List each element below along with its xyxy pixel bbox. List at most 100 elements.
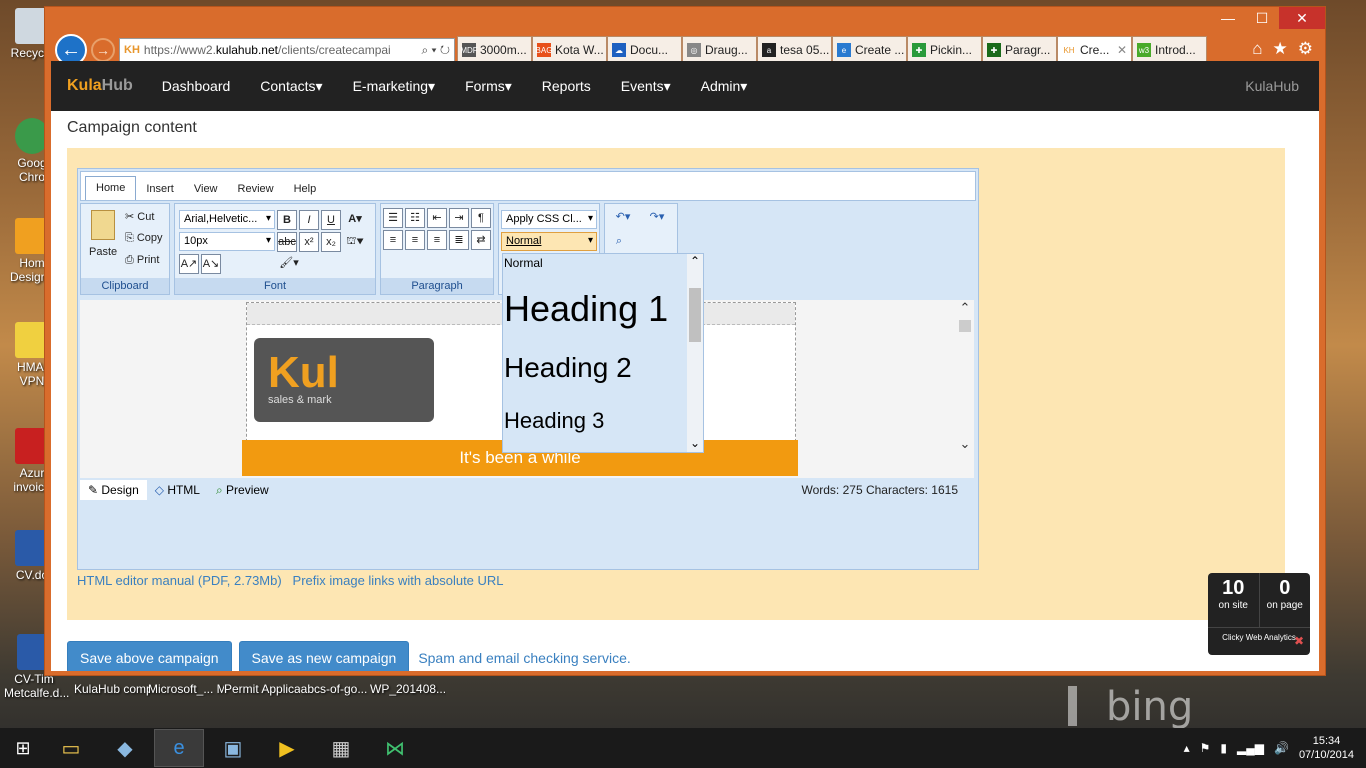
visual-studio-icon[interactable]: ⋈ xyxy=(370,729,420,767)
strikethrough-icon[interactable]: abc xyxy=(277,232,297,252)
tab-insert[interactable]: Insert xyxy=(136,178,184,200)
tab-view[interactable]: View xyxy=(184,178,228,200)
indent-icon[interactable]: ⇥ xyxy=(449,208,469,228)
remote-desktop-icon[interactable]: ▣ xyxy=(208,729,258,767)
outdent-icon[interactable]: ⇤ xyxy=(427,208,447,228)
menu-events[interactable]: Events▾ xyxy=(606,78,686,95)
browser-tab[interactable]: BAG Kota W... xyxy=(532,36,607,64)
desktop-file-kulahub[interactable]: KulaHub companies.... xyxy=(74,682,150,697)
show-hidden-icons-icon[interactable]: ▴ xyxy=(1184,741,1190,755)
browser-tab[interactable]: ☁ Docu... xyxy=(607,36,682,64)
tab-help[interactable]: Help xyxy=(284,178,327,200)
format-painter-icon[interactable]: 🖌▾ xyxy=(275,254,303,274)
menu-contacts[interactable]: Contacts▾ xyxy=(245,78,337,95)
paste-button[interactable]: Paste xyxy=(89,246,117,258)
start-windows-icon[interactable]: ⊞ xyxy=(0,728,46,768)
menu-e-marketing[interactable]: E-marketing▾ xyxy=(338,78,451,95)
dropdown-scroll-thumb[interactable] xyxy=(689,288,701,342)
browser-tab-active[interactable]: KH Cre... ✕ xyxy=(1057,36,1132,64)
copy-button[interactable]: ⎘ Copy xyxy=(125,232,163,245)
canvas-scrollbar[interactable]: ⌃ ⌄ xyxy=(956,300,974,478)
save-as-new-campaign-button[interactable]: Save as new campaign xyxy=(238,641,410,671)
favorites-star-icon[interactable]: ★ xyxy=(1273,39,1288,59)
redo-icon[interactable]: ↷▾ xyxy=(643,208,671,228)
volume-icon[interactable]: 🔊 xyxy=(1274,741,1289,755)
dropdown-scrollbar[interactable]: ⌃ ⌄ xyxy=(687,254,703,452)
italic-icon[interactable]: I xyxy=(299,210,319,230)
scroll-up-icon[interactable]: ⌃ xyxy=(956,300,974,316)
home-icon[interactable]: ⌂ xyxy=(1252,39,1262,59)
undo-icon[interactable]: ↶▾ xyxy=(609,208,637,228)
preview-mode-button[interactable]: ⌕ Preview xyxy=(208,480,277,500)
menu-reports[interactable]: Reports xyxy=(527,78,606,94)
underline-icon[interactable]: U xyxy=(321,210,341,230)
maximize-icon[interactable]: ☐ xyxy=(1245,7,1279,29)
account-name[interactable]: KulaHub xyxy=(1245,78,1299,94)
scroll-down-icon[interactable]: ⌄ xyxy=(956,436,974,452)
settings-gear-icon[interactable]: ⚙ xyxy=(1298,39,1313,59)
style-option-heading-1[interactable]: Heading 1 xyxy=(503,274,703,340)
spam-checking-link[interactable]: Spam and email checking service. xyxy=(418,650,630,666)
paragraph-mark-icon[interactable]: ¶ xyxy=(471,208,491,228)
find-replace-icon[interactable]: ⌕ xyxy=(609,232,629,252)
store-icon[interactable]: ◆ xyxy=(100,729,150,767)
desktop-file-wp[interactable]: WP_201408... xyxy=(370,682,446,697)
battery-icon[interactable]: ▮ xyxy=(1220,741,1227,755)
menu-forms[interactable]: Forms▾ xyxy=(450,78,527,95)
browser-tab[interactable]: e Create ... xyxy=(832,36,907,64)
flag-icon[interactable]: ⚑ xyxy=(1200,741,1211,755)
grow-font-icon[interactable]: A↗ xyxy=(179,254,199,274)
clicky-analytics-widget[interactable]: 10 on site 0 on page Clicky Web Analytics ✖ xyxy=(1208,573,1310,655)
desktop-file-permit[interactable]: Permit Applicatio... xyxy=(224,682,300,697)
scroll-up-icon[interactable]: ⌃ xyxy=(687,254,703,268)
direction-icon[interactable]: ⇄ xyxy=(471,230,491,250)
justify-icon[interactable]: ≣ xyxy=(449,230,469,250)
address-bar[interactable]: KH https://www2. kulahub.net/clients/crea… xyxy=(119,38,455,62)
tab-home[interactable]: Home xyxy=(85,176,137,200)
close-window-icon[interactable]: ✕ xyxy=(1279,7,1325,29)
close-tab-icon[interactable]: ✕ xyxy=(1117,43,1127,57)
font-size-select[interactable]: 10px xyxy=(179,232,275,251)
design-mode-button[interactable]: ✎ Design xyxy=(80,480,147,500)
cut-button[interactable]: ✂ Cut xyxy=(125,210,154,223)
menu-dashboard[interactable]: Dashboard xyxy=(147,78,246,94)
bold-icon[interactable]: B xyxy=(277,210,297,230)
numbered-list-icon[interactable]: ☷ xyxy=(405,208,425,228)
browser-tab[interactable]: w3 Introd... xyxy=(1132,36,1207,64)
paragraph-style-select[interactable]: Normal xyxy=(501,232,597,251)
forward-button-icon[interactable]: → xyxy=(91,38,115,62)
font-family-select[interactable]: Arial,Helvetic... xyxy=(179,210,275,229)
html-mode-button[interactable]: ◇ HTML xyxy=(147,480,208,500)
style-option-normal[interactable]: Normal xyxy=(503,254,703,274)
media-player-icon[interactable]: ▶ xyxy=(262,729,312,767)
desktop-file-abcs[interactable]: abcs-of-go... xyxy=(296,682,372,697)
browser-tab[interactable]: ✚ Pickin... xyxy=(907,36,982,64)
html-editor-manual-link[interactable]: HTML editor manual (PDF, 2.73Mb) xyxy=(77,573,282,588)
tab-review[interactable]: Review xyxy=(228,178,284,200)
signal-icon[interactable]: ▂▄▆ xyxy=(1237,741,1264,755)
menu-admin[interactable]: Admin▾ xyxy=(686,78,763,95)
internet-explorer-icon[interactable]: e xyxy=(154,729,204,767)
clock[interactable]: 15:34 07/10/2014 xyxy=(1299,734,1354,762)
scroll-thumb[interactable] xyxy=(959,320,971,332)
search-refresh-icon[interactable]: ⌕ ▾ ↻ xyxy=(417,43,450,58)
align-left-icon[interactable]: ≡ xyxy=(383,230,403,250)
save-campaign-button[interactable]: Save above campaign xyxy=(67,641,232,671)
superscript-icon[interactable]: x² xyxy=(299,232,319,252)
bullet-list-icon[interactable]: ☰ xyxy=(383,208,403,228)
browser-tab[interactable]: ✚ Paragr... xyxy=(982,36,1057,64)
style-option-heading-3[interactable]: Heading 3 xyxy=(503,400,703,440)
browser-tab[interactable]: ◎ Draug... xyxy=(682,36,757,64)
file-explorer-icon[interactable]: ▭ xyxy=(46,729,96,767)
css-class-select[interactable]: Apply CSS Cl... xyxy=(501,210,597,229)
paste-icon[interactable] xyxy=(91,210,115,240)
prefix-image-links-link[interactable]: Prefix image links with absolute URL xyxy=(293,573,504,588)
align-center-icon[interactable]: ≡ xyxy=(405,230,425,250)
kulahub-logo[interactable]: KulaHub xyxy=(67,77,133,95)
font-color-icon[interactable]: A▾ xyxy=(345,210,365,230)
print-button[interactable]: ⎙ Print xyxy=(125,254,159,267)
shrink-font-icon[interactable]: A↘ xyxy=(201,254,221,274)
desktop-file-microsoft[interactable]: Microsoft_... Microsoft_... xyxy=(148,682,224,697)
close-widget-icon[interactable]: ✖ xyxy=(1294,634,1304,648)
calculator-icon[interactable]: ▦ xyxy=(316,729,366,767)
